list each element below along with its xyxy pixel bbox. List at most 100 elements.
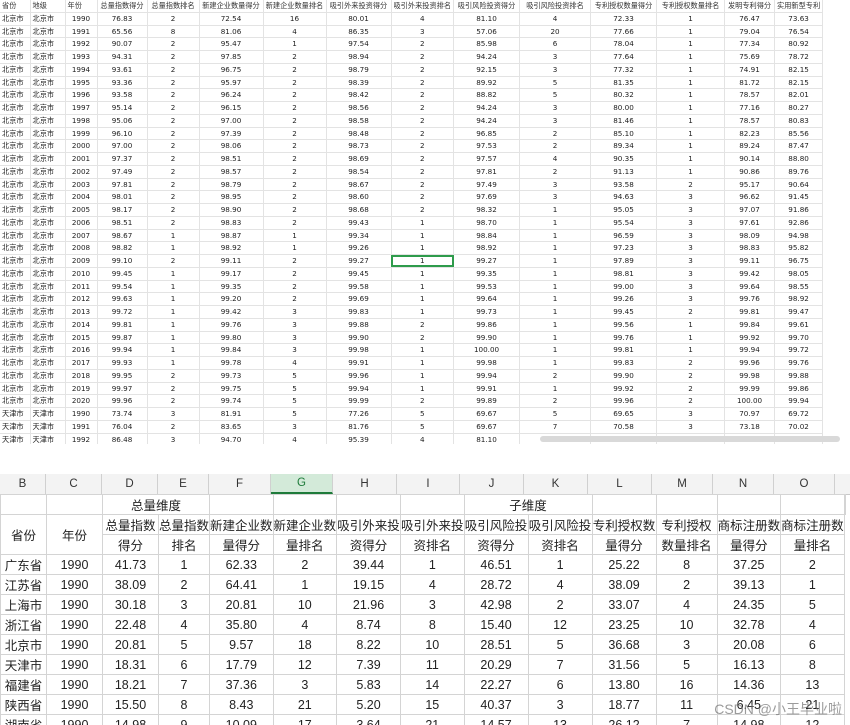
- table-cell[interactable]: 2: [147, 190, 200, 204]
- table-cell[interactable]: 98.92: [453, 241, 521, 255]
- table-cell[interactable]: 湖南省: [0, 714, 47, 725]
- table-cell[interactable]: 2006: [65, 216, 98, 230]
- table-cell[interactable]: 北京市: [30, 382, 66, 396]
- table-cell[interactable]: 91.13: [590, 165, 658, 179]
- sub-header-line1[interactable]: 新建企业数: [272, 514, 338, 535]
- table-cell[interactable]: 35.80: [209, 614, 274, 635]
- table-cell[interactable]: 99.45: [326, 267, 392, 281]
- table-cell[interactable]: 2: [263, 50, 327, 64]
- table-cell[interactable]: 99.80: [199, 331, 264, 345]
- table-cell[interactable]: 94.70: [199, 433, 264, 444]
- table-cell[interactable]: 80.27: [774, 101, 824, 115]
- table-cell[interactable]: 1990: [65, 12, 98, 26]
- table-cell[interactable]: 2: [263, 292, 327, 306]
- table-cell[interactable]: 99.98: [724, 369, 776, 383]
- table-cell[interactable]: 2: [147, 420, 200, 434]
- table-cell[interactable]: 北京市: [30, 356, 66, 370]
- table-cell[interactable]: 3: [147, 433, 200, 444]
- table-cell[interactable]: 1: [272, 574, 338, 595]
- table-cell[interactable]: 北京市: [0, 76, 31, 90]
- table-cell[interactable]: 北京市: [30, 139, 66, 153]
- table-cell[interactable]: 85.56: [774, 127, 824, 141]
- table-cell[interactable]: 天津市: [0, 654, 47, 675]
- table-cell[interactable]: 72.33: [590, 12, 658, 26]
- table-cell[interactable]: 3: [656, 190, 726, 204]
- table-cell[interactable]: 1: [519, 356, 592, 370]
- table-cell[interactable]: 4: [272, 614, 338, 635]
- table-cell[interactable]: 2: [391, 63, 455, 77]
- table-cell[interactable]: 2019: [65, 382, 98, 396]
- table-cell[interactable]: 2011: [65, 280, 98, 294]
- table-cell[interactable]: 北京市: [0, 305, 31, 319]
- table-cell[interactable]: 北京市: [30, 165, 66, 179]
- table-cell[interactable]: 6: [780, 634, 845, 655]
- table-cell[interactable]: 99.94: [97, 343, 148, 357]
- table-cell[interactable]: 1: [656, 139, 726, 153]
- table-cell[interactable]: 98.68: [326, 203, 392, 217]
- table-cell[interactable]: 2: [263, 152, 327, 166]
- table-cell[interactable]: 85.10: [590, 127, 658, 141]
- table-cell[interactable]: 3: [263, 318, 327, 332]
- empty-cell[interactable]: [716, 494, 782, 515]
- table-cell[interactable]: 13: [780, 674, 845, 695]
- table-cell[interactable]: 98.42: [326, 88, 392, 102]
- table-cell[interactable]: 99.92: [724, 331, 776, 345]
- table-cell[interactable]: 2: [263, 280, 327, 294]
- table-cell[interactable]: 3: [656, 420, 726, 434]
- table-cell[interactable]: 97.07: [724, 203, 776, 217]
- table-cell[interactable]: 98.55: [774, 280, 824, 294]
- table-cell[interactable]: 2: [391, 331, 455, 345]
- table-cell[interactable]: 2: [391, 394, 455, 408]
- top-header-cell[interactable]: 地级: [30, 0, 66, 13]
- table-cell[interactable]: 7: [157, 674, 211, 695]
- table-cell[interactable]: 98.90: [199, 203, 264, 217]
- table-cell[interactable]: 99.99: [724, 382, 776, 396]
- table-cell[interactable]: 3: [656, 241, 726, 255]
- table-cell[interactable]: 77.34: [724, 37, 776, 51]
- table-cell[interactable]: 2016: [65, 343, 98, 357]
- sub-header-line2[interactable]: 资得分: [463, 534, 529, 555]
- table-cell[interactable]: 北京市: [0, 267, 31, 281]
- table-cell[interactable]: 1991: [65, 420, 98, 434]
- table-cell[interactable]: 2: [656, 178, 726, 192]
- table-cell[interactable]: 80.01: [326, 12, 392, 26]
- table-cell[interactable]: 92.15: [453, 63, 521, 77]
- top-header-cell[interactable]: 吸引外来投资排名: [391, 0, 455, 13]
- table-cell[interactable]: 99.84: [724, 318, 776, 332]
- table-cell[interactable]: 72.54: [199, 12, 264, 26]
- table-cell[interactable]: 89.34: [590, 139, 658, 153]
- table-cell[interactable]: 10: [272, 594, 338, 615]
- table-cell[interactable]: 94.24: [453, 114, 521, 128]
- table-cell[interactable]: 96.75: [199, 63, 264, 77]
- table-cell[interactable]: 76.47: [724, 12, 776, 26]
- table-cell[interactable]: 3: [147, 407, 200, 421]
- table-cell[interactable]: 5: [527, 634, 593, 655]
- table-cell[interactable]: 99.73: [453, 305, 521, 319]
- table-cell[interactable]: 99.90: [590, 369, 658, 383]
- column-header-i[interactable]: I: [397, 474, 460, 494]
- table-cell[interactable]: 天津市: [30, 420, 66, 434]
- table-cell[interactable]: 98.06: [199, 139, 264, 153]
- table-cell[interactable]: 3: [519, 178, 592, 192]
- table-cell[interactable]: 99.72: [97, 305, 148, 319]
- table-cell[interactable]: 1: [391, 305, 455, 319]
- table-cell[interactable]: 1990: [46, 614, 103, 635]
- table-cell[interactable]: 97.89: [590, 254, 658, 268]
- table-cell[interactable]: 28.51: [463, 634, 529, 655]
- table-cell[interactable]: 2: [391, 178, 455, 192]
- table-cell[interactable]: 5.20: [336, 694, 402, 715]
- table-cell[interactable]: 2: [519, 369, 592, 383]
- table-cell[interactable]: 2: [656, 382, 726, 396]
- sub-header-line1[interactable]: 商标注册数: [780, 514, 845, 535]
- table-cell[interactable]: 北京市: [0, 50, 31, 64]
- group-header-sub[interactable]: 子维度: [463, 494, 593, 515]
- table-cell[interactable]: 94.31: [97, 50, 148, 64]
- table-cell[interactable]: 95.17: [724, 178, 776, 192]
- table-cell[interactable]: 1: [391, 369, 455, 383]
- sub-header-line2[interactable]: 量排名: [780, 534, 845, 555]
- table-cell[interactable]: 2: [147, 50, 200, 64]
- table-cell[interactable]: 1: [519, 343, 592, 357]
- table-cell[interactable]: 北京市: [0, 241, 31, 255]
- table-cell[interactable]: 2: [147, 152, 200, 166]
- table-cell[interactable]: 北京市: [0, 229, 31, 243]
